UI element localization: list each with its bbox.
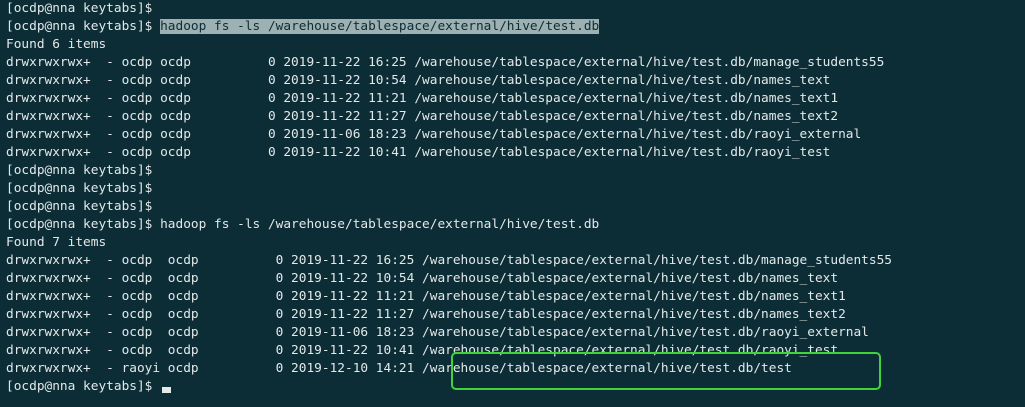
listing-row: drwxrwxrwx+ - ocdp ocdp 0 2019-11-22 16:…	[6, 55, 885, 70]
listing-row: drwxrwxrwx+ - ocdp ocdp 0 2019-11-22 16:…	[6, 253, 893, 268]
text-cursor	[162, 387, 172, 393]
shell-prompt: [ocdp@nna keytabs]$	[6, 379, 161, 394]
terminal-line-command: [ocdp@nna keytabs]$ hadoop fs -ls /wareh…	[6, 217, 600, 232]
terminal-line-prompt: [ocdp@nna keytabs]$	[6, 199, 153, 214]
shell-prompt: [ocdp@nna keytabs]$	[6, 19, 161, 34]
terminal-line-prompt: [ocdp@nna keytabs]$	[6, 181, 153, 196]
listing-row: drwxrwxrwx+ - ocdp ocdp 0 2019-11-22 11:…	[6, 307, 846, 322]
listing-row: drwxrwxrwx+ - ocdp ocdp 0 2019-11-22 10:…	[6, 145, 831, 160]
listing-row: drwxrwxrwx+ - ocdp ocdp 0 2019-11-22 10:…	[6, 271, 839, 286]
terminal-window[interactable]: [ocdp@nna keytabs]$ [ocdp@nna keytabs]$ …	[0, 0, 1025, 407]
listing-row: drwxrwxrwx+ - ocdp ocdp 0 2019-11-22 11:…	[6, 91, 839, 106]
terminal-line-found-count: Found 7 items	[6, 235, 107, 250]
selected-command-text[interactable]: hadoop fs -ls /warehouse/tablespace/exte…	[160, 19, 600, 34]
listing-row: drwxrwxrwx+ - ocdp ocdp 0 2019-11-06 18:…	[6, 325, 869, 340]
listing-row: drwxrwxrwx+ - ocdp ocdp 0 2019-11-22 10:…	[6, 73, 831, 88]
terminal-line-prompt: [ocdp@nna keytabs]$	[6, 163, 153, 178]
terminal-line-active-prompt[interactable]: [ocdp@nna keytabs]$	[6, 378, 1025, 396]
listing-row-new-test: drwxrwxrwx+ - raoyi ocdp 0 2019-12-10 14…	[6, 361, 792, 376]
listing-row: drwxrwxrwx+ - ocdp ocdp 0 2019-11-22 11:…	[6, 289, 846, 304]
terminal-line-command-highlighted: [ocdp@nna keytabs]$ hadoop fs -ls /wareh…	[6, 18, 1025, 36]
listing-row: drwxrwxrwx+ - ocdp ocdp 0 2019-11-06 18:…	[6, 127, 862, 142]
terminal-line-prompt: [ocdp@nna keytabs]$	[6, 1, 153, 16]
terminal-line-found-count: Found 6 items	[6, 37, 107, 52]
listing-row: drwxrwxrwx+ - ocdp ocdp 0 2019-11-22 10:…	[6, 343, 839, 358]
listing-row: drwxrwxrwx+ - ocdp ocdp 0 2019-11-22 11:…	[6, 109, 839, 124]
